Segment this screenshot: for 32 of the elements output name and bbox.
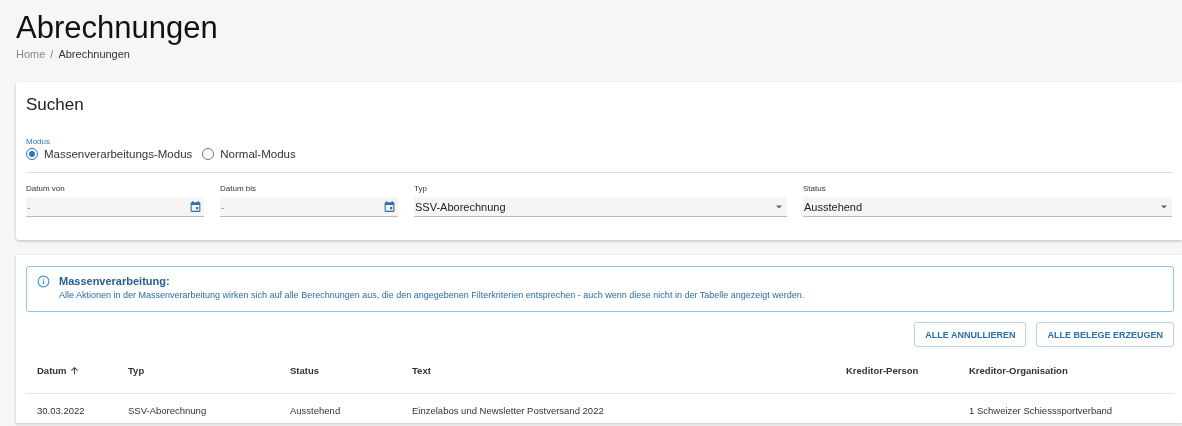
field-label: Typ [414,184,428,193]
table-cell: 1 Schweizer Schiesssportverband [969,404,1113,416]
notice-text: Alle Aktionen in der Massenverarbeitung wirken sich auf alle Berechnungen aus, die den angegebenen Filterkriterien entsprechen - auch wenn diese nicht in der Tabelle angezeigt werden. [59,290,805,300]
table-cell: SSV-Aborechnung [128,404,207,416]
info-icon [37,275,50,288]
table-cell: Einzelabos und Newsletter Postversand 2022 [412,404,604,416]
breadcrumb-current: Abrechnungen [58,48,130,60]
radio-label[interactable]: Massenverarbeitungs-Modus [44,148,193,160]
action-button[interactable]: ALLE ANNULLIEREN [914,322,1027,347]
field-label: Datum von [26,184,66,193]
section-title: Suchen [26,94,85,116]
column-header[interactable]: Datum [37,364,80,376]
radio-label[interactable]: Normal-Modus [220,148,296,160]
page-title: Abrechnungen [16,10,219,46]
column-header[interactable]: Kreditor-Person [846,364,919,376]
dropdown-field[interactable]: SSV-Aborechnung [414,197,787,217]
table-cell: Ausstehend [290,404,341,416]
column-header[interactable]: Text [412,364,431,376]
calendar-icon [383,200,396,213]
field-label: Modus [26,137,51,146]
notice-title: Massenverarbeitung: [59,275,171,287]
table-cell: 30.03.2022 [37,404,85,416]
breadcrumb-separator: / [50,48,54,60]
column-header[interactable]: Typ [128,364,145,376]
calendar-icon [189,200,202,213]
field-label: Status [803,184,827,193]
sort-arrow-icon [68,364,80,376]
dropdown-field[interactable]: Ausstehend [803,197,1172,217]
field-label: Datum bis [220,184,257,193]
column-header[interactable]: Kreditor-Organisation [969,364,1068,376]
column-header[interactable]: Status [290,364,320,376]
action-button[interactable]: ALLE BELEGE ERZEUGEN [1036,322,1174,347]
